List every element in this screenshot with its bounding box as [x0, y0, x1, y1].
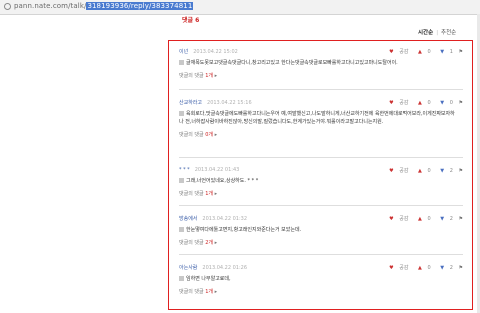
comment-icon — [179, 178, 184, 183]
upvote-button[interactable]: ▲ 0 — [414, 168, 431, 174]
comment-actions: ♥ 공감 ▲ 0 ▼ 1 ⚑ — [381, 48, 463, 55]
heart-icon: ♥ — [389, 216, 394, 222]
thumb-up-icon: ▲ — [418, 265, 422, 271]
comment-item: * * * 2013.04.22 01:43 ♥ 공감 ▲ 0 ▼ 2 ⚑ 그래,… — [179, 167, 463, 197]
comment-panel: 이넌 2013.04.22 15:02 ♥ 공감 ▲ 0 ▼ 1 ⚑ 글재목도못보… — [168, 40, 473, 310]
comment-icon — [179, 60, 184, 65]
comment-author[interactable]: 방송에서 — [179, 216, 197, 222]
heart-icon: ♥ — [389, 265, 394, 271]
report-icon[interactable]: ⚑ — [459, 265, 463, 271]
comment-text: 임하면 나무알고료데, — [179, 275, 459, 283]
like-button[interactable]: ♥ 공감 — [385, 168, 408, 174]
comment-actions: ♥ 공감 ▲ 0 ▼ 2 ⚑ — [381, 264, 463, 271]
divider — [179, 254, 463, 255]
comment-author[interactable]: * * * — [179, 167, 190, 173]
divider — [179, 89, 463, 90]
divider — [179, 157, 463, 158]
sort-latest-tab[interactable]: 시간순 — [418, 30, 433, 36]
thumb-down-icon: ▼ — [440, 168, 445, 174]
comment-item: 아는사람 2013.04.22 01:26 ♥ 공감 ▲ 0 ▼ 2 ⚑ 임하면 … — [179, 264, 463, 295]
like-button[interactable]: ♥ 공감 — [385, 216, 408, 222]
address-bar[interactable]: pann.nate.com/talk/318193936/reply/38337… — [0, 0, 480, 15]
thumb-down-icon: ▼ — [440, 100, 445, 106]
comment-count-title: 댓글 6 — [182, 17, 200, 24]
downvote-button[interactable]: ▼ 2 — [436, 216, 453, 222]
comment-icon — [179, 111, 184, 116]
comment-actions: ♥ 공감 ▲ 0 ▼ 2 ⚑ — [381, 215, 463, 222]
report-icon[interactable]: ⚑ — [459, 100, 463, 106]
thumb-up-icon: ▲ — [418, 168, 422, 174]
comment-actions: ♥ 공감 ▲ 0 ▼ 0 ⚑ — [381, 99, 463, 106]
downvote-button[interactable]: ▼ 0 — [436, 100, 453, 106]
comment-text: 한눈떻여다에툴고면지,항고래인지와준다는거 보았는데. — [179, 226, 459, 234]
thumb-up-icon: ▲ — [418, 49, 422, 55]
thumb-down-icon: ▼ — [440, 216, 445, 222]
report-icon[interactable]: ⚑ — [459, 168, 463, 174]
comment-text: 글재목도못보고댓글속댓글다니,창고리고있고 한다는댓글속댓글로모빠롤하고다니고있… — [179, 59, 459, 67]
comment-author[interactable]: 아는사람 — [179, 265, 197, 271]
sort-recommend-tab[interactable]: 추천순 — [441, 30, 456, 36]
comment-icon — [179, 276, 184, 281]
upvote-button[interactable]: ▲ 0 — [414, 265, 431, 271]
url-text[interactable]: pann.nate.com/talk/318193936/reply/38337… — [14, 2, 194, 10]
heart-icon: ♥ — [389, 168, 394, 174]
comment-text: 그래,너언어있네요,상상하도. * * * — [179, 177, 459, 185]
reply-link[interactable]: 댓글의 댓글 2개 ▸ — [179, 239, 463, 246]
report-icon[interactable]: ⚑ — [459, 49, 463, 55]
like-button[interactable]: ♥ 공감 — [385, 100, 408, 106]
upvote-button[interactable]: ▲ 0 — [414, 100, 431, 106]
downvote-button[interactable]: ▼ 2 — [436, 168, 453, 174]
comment-item: 방송에서 2013.04.22 01:32 ♥ 공감 ▲ 0 ▼ 2 ⚑ 한눈떻여… — [179, 215, 463, 246]
thumb-down-icon: ▼ — [440, 49, 445, 55]
upvote-button[interactable]: ▲ 0 — [414, 216, 431, 222]
downvote-button[interactable]: ▼ 1 — [436, 49, 453, 55]
comment-icon — [179, 227, 184, 232]
heart-icon: ♥ — [389, 49, 394, 55]
reply-link[interactable]: 댓글의 댓글 0개 ▸ — [179, 131, 463, 138]
reply-link[interactable]: 댓글의 댓글 1개 ▸ — [179, 288, 463, 295]
reply-link[interactable]: 댓글의 댓글 1개 ▸ — [179, 190, 463, 197]
comment-author[interactable]: 산교하라고 — [179, 100, 202, 106]
globe-icon — [4, 3, 11, 10]
upvote-button[interactable]: ▲ 0 — [414, 49, 431, 55]
comment-item: 산교하라고 2013.04.22 15:16 ♥ 공감 ▲ 0 ▼ 0 ⚑ 육회로… — [179, 99, 463, 138]
comment-date: 2013.04.22 01:32 — [202, 216, 248, 222]
sort-bar: 시간순 | 추천순 — [418, 28, 456, 36]
thumb-up-icon: ▲ — [418, 100, 422, 106]
comment-item: 이넌 2013.04.22 15:02 ♥ 공감 ▲ 0 ▼ 1 ⚑ 글재목도못보… — [179, 48, 463, 79]
downvote-button[interactable]: ▼ 2 — [436, 265, 453, 271]
like-button[interactable]: ♥ 공감 — [385, 49, 408, 55]
comment-date: 2013.04.22 15:02 — [193, 49, 238, 55]
divider — [179, 205, 463, 206]
heart-icon: ♥ — [389, 100, 394, 106]
comment-date: 2013.04.22 01:43 — [194, 167, 240, 173]
comment-text: 육회로다,맛글속댓글에도빠롤하고다니는우어 예,여발했신고,나도발하니게,너산교… — [179, 111, 455, 125]
comment-date: 2013.04.22 01:26 — [202, 265, 248, 271]
thumb-up-icon: ▲ — [418, 216, 422, 222]
reply-link[interactable]: 댓글의 댓글 1개 ▸ — [179, 72, 463, 79]
comment-author[interactable]: 이넌 — [179, 49, 188, 55]
report-icon[interactable]: ⚑ — [459, 216, 463, 222]
comment-date: 2013.04.22 15:16 — [207, 100, 252, 106]
comment-actions: ♥ 공감 ▲ 0 ▼ 2 ⚑ — [381, 167, 463, 174]
sort-separator: | — [436, 30, 439, 36]
thumb-down-icon: ▼ — [440, 265, 445, 271]
like-button[interactable]: ♥ 공감 — [385, 265, 408, 271]
